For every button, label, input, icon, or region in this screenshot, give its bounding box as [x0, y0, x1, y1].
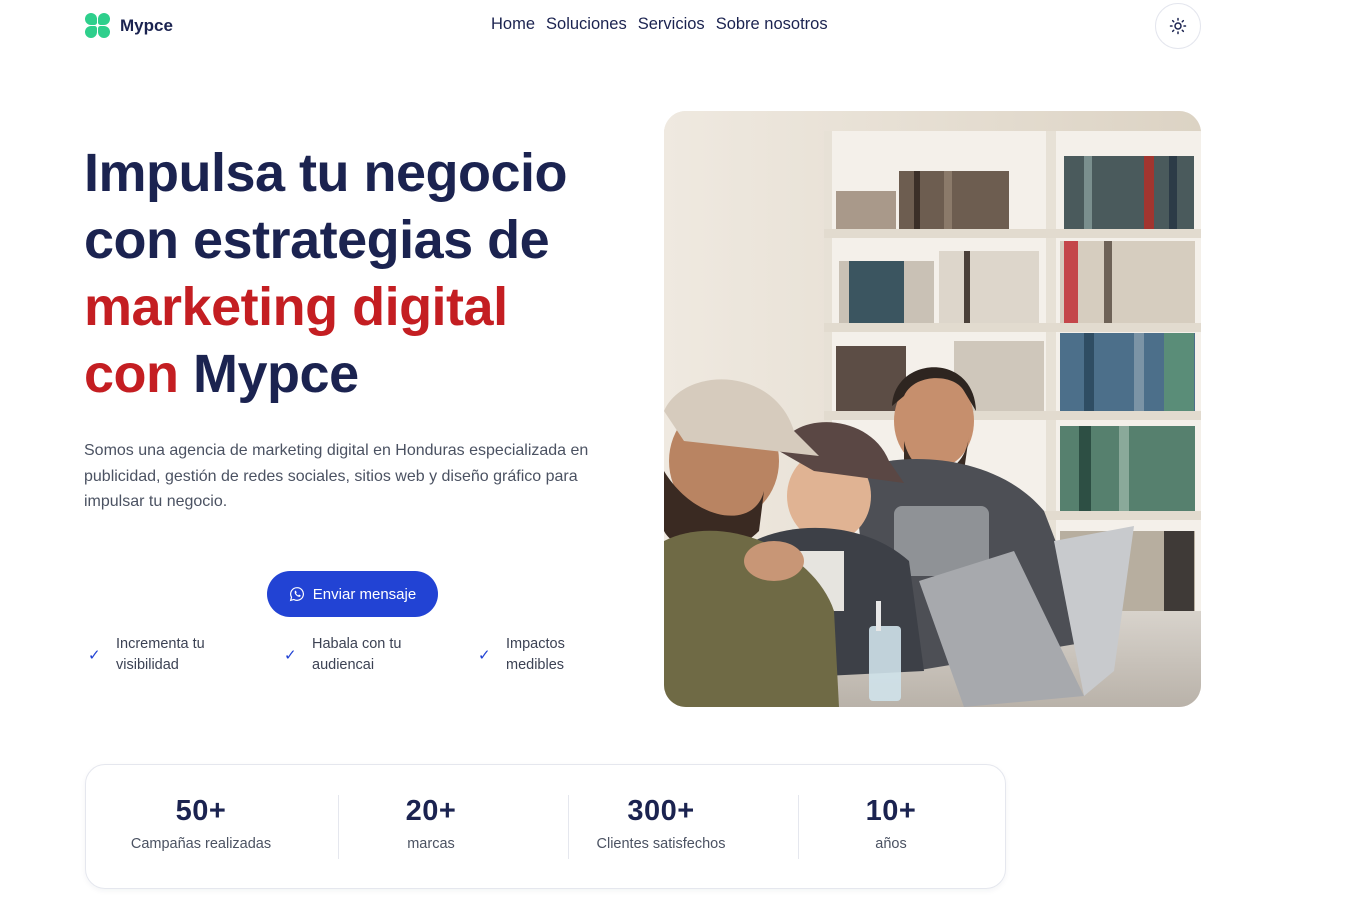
hero-team-photo	[664, 111, 1201, 707]
sun-icon	[1169, 17, 1187, 35]
check-icon: ✓	[284, 647, 297, 664]
stat-value: 20+	[405, 795, 457, 827]
stat-item: 10+ años	[776, 795, 1006, 852]
send-message-button[interactable]: Enviar mensaje	[267, 571, 438, 617]
stat-value: 50+	[175, 795, 227, 827]
stat-item: 50+ Campañas realizadas	[86, 795, 316, 852]
check-icon: ✓	[478, 647, 491, 664]
feature-list: ✓ Incrementa tu visibilidad ✓ Habala con…	[88, 634, 628, 684]
stat-label: Campañas realizadas	[130, 836, 272, 852]
hero-title-line-1: Impulsa tu negocio	[84, 143, 568, 203]
whatsapp-icon	[289, 587, 304, 602]
stat-value: 300+	[627, 795, 695, 827]
theme-toggle-button[interactable]	[1155, 3, 1201, 49]
check-icon: ✓	[88, 647, 101, 664]
stat-label: Clientes satisfechos	[596, 836, 726, 852]
nav-servicios-link[interactable]: Servicios	[638, 15, 705, 34]
hero-title-accent: marketing digital	[84, 277, 508, 337]
hero-title-accent-con: con	[84, 344, 179, 404]
nav-soluciones-link[interactable]: Soluciones	[546, 15, 627, 34]
stat-item: 20+ marcas	[316, 795, 546, 852]
hero-description: Somos una agencia de marketing digital e…	[84, 442, 589, 510]
feature-item: ✓ Habala con tu audiencai	[284, 634, 422, 676]
hero-title-brand: Mypce	[193, 344, 359, 404]
nav-home-link[interactable]: Home	[491, 15, 535, 34]
feature-label: Impactos medibles	[506, 636, 565, 673]
stat-value: 10+	[865, 795, 917, 827]
nav-sobre-nosotros-link[interactable]: Sobre nosotros	[716, 15, 828, 34]
main-menu: Home Soluciones Servicios Sobre nosotros	[491, 15, 828, 34]
brand-link[interactable]: Mypce	[85, 13, 173, 38]
clover-logo-icon	[85, 13, 110, 38]
top-navigation: Mypce Home Soluciones Servicios Sobre no…	[0, 0, 1353, 52]
feature-item: ✓ Impactos medibles	[478, 634, 586, 676]
feature-label: Habala con tu audiencai	[312, 636, 402, 673]
stat-label: marcas	[407, 836, 455, 852]
feature-label: Incrementa tu visibilidad	[116, 636, 205, 673]
stat-item: 300+ Clientes satisfechos	[546, 795, 776, 852]
send-message-label: Enviar mensaje	[312, 585, 417, 603]
hero-title: Impulsa tu negocio con estrategias de ma…	[84, 140, 644, 408]
hero-title-line-2: con estrategias de	[84, 210, 550, 270]
brand-name: Mypce	[120, 15, 173, 35]
stat-label: años	[875, 836, 907, 852]
feature-item: ✓ Incrementa tu visibilidad	[88, 634, 226, 676]
stats-card: 50+ Campañas realizadas 20+ marcas 300+ …	[85, 764, 1006, 889]
